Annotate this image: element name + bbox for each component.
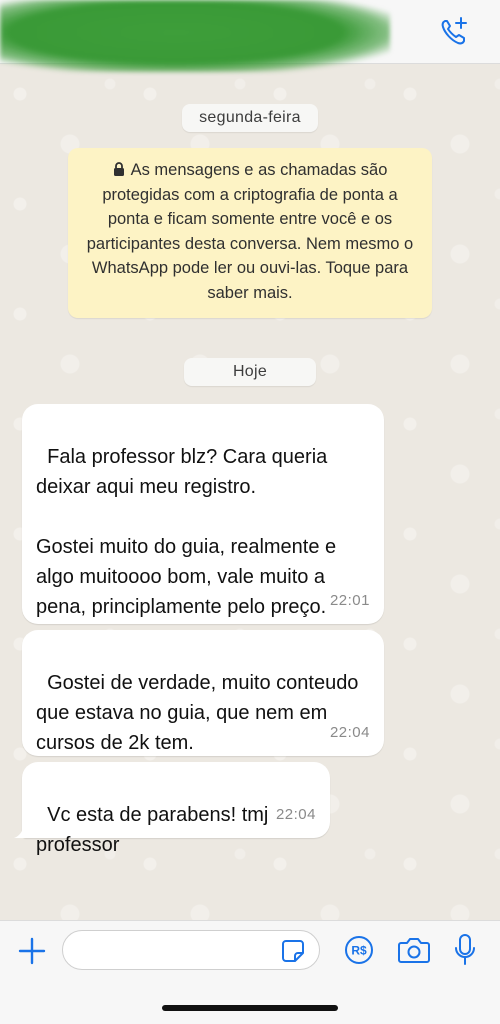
sticker-button[interactable] (278, 936, 308, 966)
microphone-icon (455, 934, 475, 965)
add-call-button[interactable] (436, 14, 472, 50)
camera-icon (398, 938, 430, 963)
voice-message-button[interactable] (450, 931, 480, 969)
date-divider-today: Hoje (184, 358, 316, 386)
home-indicator[interactable] (162, 1005, 338, 1011)
phone-plus-icon (441, 17, 467, 45)
message-time: 22:01 (329, 592, 370, 609)
camera-button[interactable] (396, 933, 432, 967)
attach-button[interactable] (14, 933, 50, 969)
chat-header (0, 0, 500, 72)
message-time: 22:04 (329, 724, 370, 741)
sticker-icon (282, 940, 304, 962)
pay-label: R$ (351, 944, 367, 958)
plus-icon (18, 937, 46, 965)
bubble-tail (14, 822, 32, 838)
message-text: Gostei de verdade, muito conteudo que es… (36, 672, 364, 754)
payment-button[interactable]: R$ (343, 934, 375, 966)
incoming-message[interactable]: Fala professor blz? Cara queria deixar a… (22, 404, 384, 624)
encryption-notice-text: As mensagens e as chamadas são protegida… (86, 161, 414, 302)
lock-icon (113, 162, 124, 176)
encryption-notice[interactable]: As mensagens e as chamadas são protegida… (68, 148, 432, 318)
redacted-contact-area (0, 0, 390, 72)
date-divider-monday: segunda-feira (182, 104, 318, 132)
payment-icon: R$ (345, 936, 373, 964)
incoming-message[interactable]: Gostei de verdade, muito conteudo que es… (22, 630, 384, 756)
message-text: Fala professor blz? Cara queria deixar a… (36, 446, 337, 618)
message-time: 22:04 (275, 806, 316, 823)
incoming-message[interactable]: Vc esta de parabens! tmj professor 22:04 (22, 762, 330, 856)
